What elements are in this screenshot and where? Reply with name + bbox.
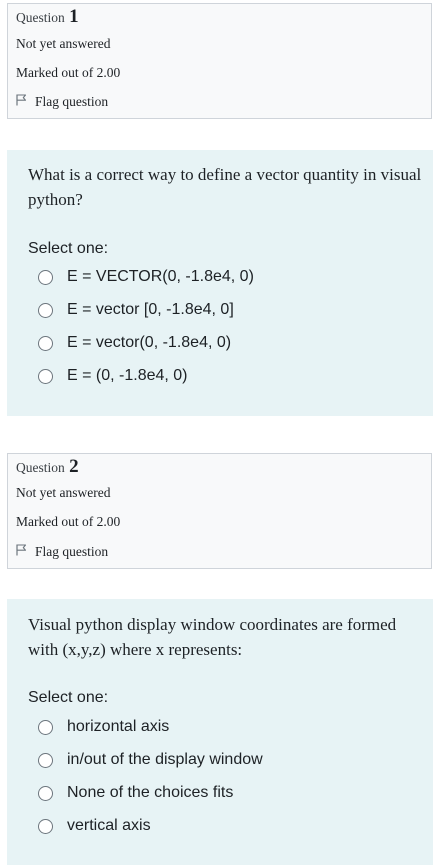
flag-label: Flag question — [35, 544, 109, 559]
question-2-text: Visual python display window coordinates… — [28, 615, 397, 659]
question-label: Question — [16, 10, 65, 25]
option-label: None of the choices fits — [67, 784, 234, 801]
question-1-text: What is a correct way to define a vector… — [28, 165, 422, 209]
question-2-option-a[interactable]: horizontal axis — [38, 715, 169, 739]
question-1-option-c[interactable]: E = vector(0, -1.8e4, 0) — [38, 331, 231, 355]
option-label: horizontal axis — [67, 718, 170, 735]
question-label: Question — [16, 460, 65, 475]
question-1-flag-link[interactable]: Flag question — [16, 94, 108, 110]
flag-icon — [16, 94, 35, 110]
question-2-info: Question 2 Not yet answered Marked out o… — [7, 453, 432, 569]
question-1-number: Question 1 — [16, 6, 79, 28]
radio-button[interactable] — [38, 719, 53, 735]
radio-button[interactable] — [38, 818, 53, 834]
option-label: E = (0, -1.8e4, 0) — [67, 367, 188, 384]
question-2-option-d[interactable]: vertical axis — [38, 814, 151, 838]
flag-label: Flag question — [35, 94, 109, 109]
flag-icon — [16, 544, 35, 560]
question-1-prompt: Select one: — [28, 240, 109, 257]
question-1-content: What is a correct way to define a vector… — [7, 150, 433, 416]
question-1-option-d[interactable]: E = (0, -1.8e4, 0) — [38, 364, 188, 388]
question-2-content: Visual python display window coordinates… — [7, 599, 433, 865]
option-label: E = VECTOR(0, -1.8e4, 0) — [67, 268, 254, 285]
question-2-grade: Marked out of 2.00 — [16, 514, 121, 529]
radio-button[interactable] — [38, 368, 53, 384]
question-2-flag-link[interactable]: Flag question — [16, 544, 108, 560]
question-1-grade: Marked out of 2.00 — [16, 65, 121, 80]
option-label: vertical axis — [67, 817, 151, 834]
option-label: E = vector(0, -1.8e4, 0) — [67, 334, 232, 351]
question-1-option-a[interactable]: E = VECTOR(0, -1.8e4, 0) — [38, 265, 254, 289]
question-2-number: Question 2 — [16, 456, 79, 478]
option-label: in/out of the display window — [67, 751, 263, 768]
question-2-prompt: Select one: — [28, 689, 109, 706]
question-2-state: Not yet answered — [16, 485, 111, 500]
radio-button[interactable] — [38, 269, 53, 285]
radio-button[interactable] — [38, 302, 53, 318]
question-1-state: Not yet answered — [16, 36, 111, 51]
radio-button[interactable] — [38, 785, 53, 801]
radio-button[interactable] — [38, 752, 53, 768]
question-1-info: Question 1 Not yet answered Marked out o… — [7, 3, 432, 119]
radio-button[interactable] — [38, 335, 53, 351]
question-2-option-c[interactable]: None of the choices fits — [38, 781, 233, 805]
question-2-option-b[interactable]: in/out of the display window — [38, 748, 263, 772]
question-number: 2 — [69, 456, 79, 477]
question-1-option-b[interactable]: E = vector [0, -1.8e4, 0] — [38, 298, 234, 322]
option-label: E = vector [0, -1.8e4, 0] — [67, 301, 234, 318]
question-number: 1 — [69, 6, 79, 27]
